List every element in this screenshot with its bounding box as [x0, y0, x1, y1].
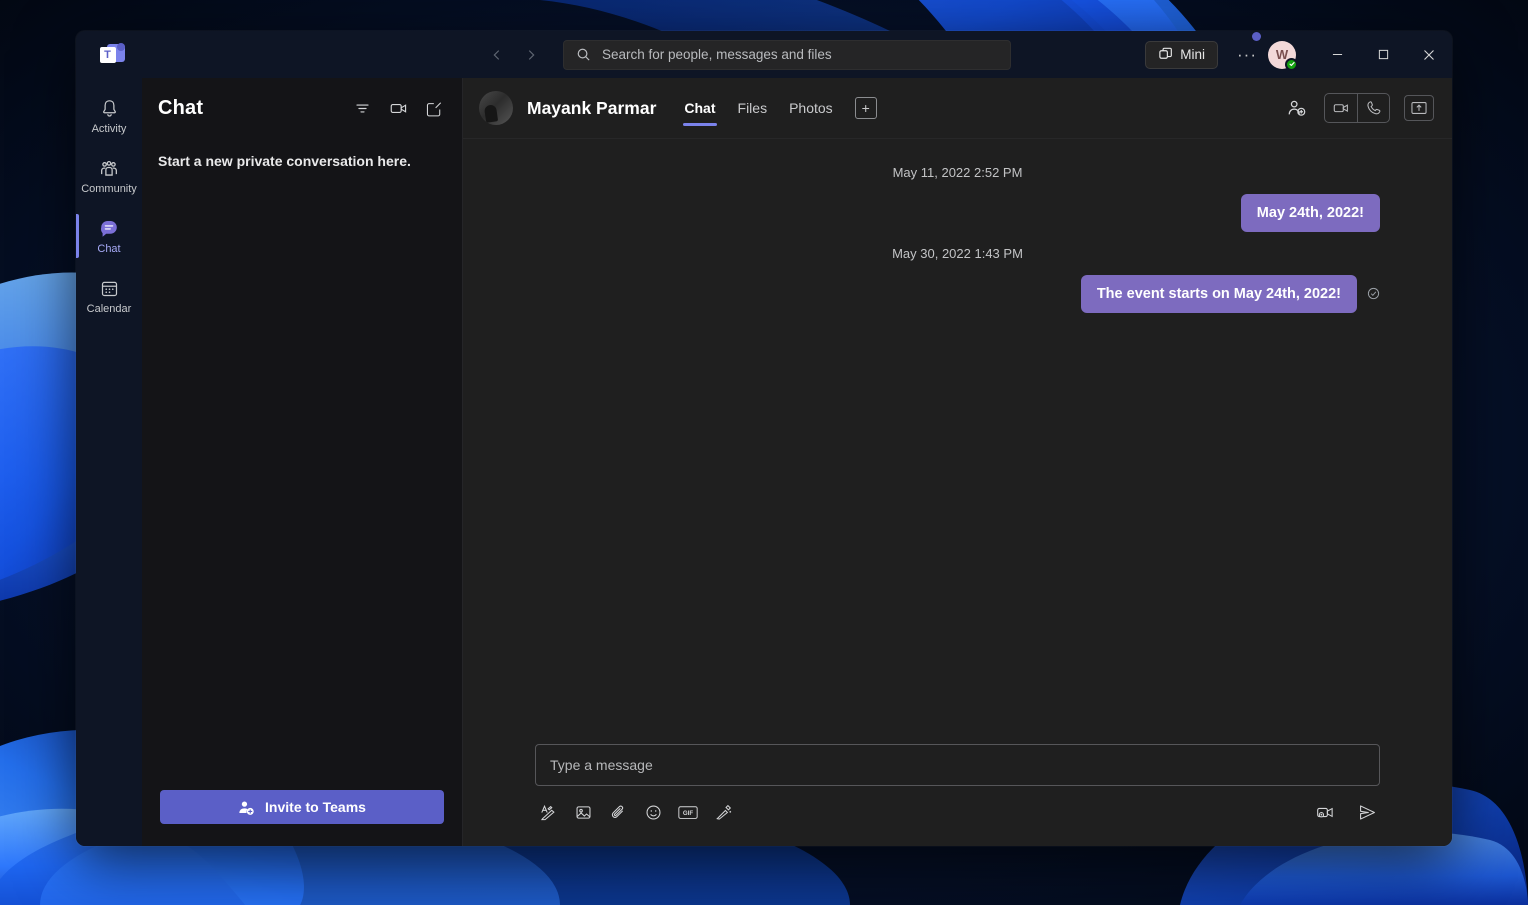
empty-state-text: Start a new private conversation here.: [158, 153, 411, 169]
mini-mode-button[interactable]: Mini: [1145, 40, 1218, 69]
sticker-praise-icon[interactable]: [710, 800, 736, 824]
conversation-header-actions: [1282, 93, 1434, 123]
composer-toolbar: GIF: [535, 800, 1380, 824]
people-community-icon: [98, 158, 120, 180]
sidebar-label-community: Community: [81, 182, 137, 195]
title-bar: T Search for people, messages and files …: [76, 31, 1452, 78]
message-list: May 11, 2022 2:52 PM May 24th, 2022! May…: [463, 139, 1452, 744]
search-icon: [576, 47, 591, 62]
message-timestamp: May 30, 2022 1:43 PM: [892, 246, 1023, 262]
svg-text:GIF: GIF: [683, 810, 693, 817]
video-camera-icon[interactable]: [384, 95, 412, 123]
app-logo: T: [76, 43, 148, 66]
chat-list-footer: Invite to Teams: [142, 790, 462, 846]
video-message-icon[interactable]: [1312, 800, 1338, 824]
close-button[interactable]: [1406, 31, 1452, 78]
mini-label: Mini: [1180, 47, 1205, 62]
add-tab-button[interactable]: +: [854, 97, 877, 119]
tab-chat[interactable]: Chat: [674, 78, 725, 138]
search-placeholder: Search for people, messages and files: [602, 47, 832, 62]
add-person-icon[interactable]: [1282, 94, 1310, 122]
filter-icon[interactable]: [348, 95, 376, 123]
sidebar-item-community[interactable]: Community: [76, 148, 142, 204]
search-container: Search for people, messages and files: [563, 39, 1011, 70]
phone-call-icon[interactable]: [1357, 94, 1389, 122]
invite-to-teams-button[interactable]: Invite to Teams: [160, 790, 444, 824]
message-input[interactable]: Type a message: [535, 744, 1380, 786]
read-receipt-icon: [1367, 287, 1380, 302]
message-group: May 11, 2022 2:52 PM May 24th, 2022!: [535, 165, 1380, 233]
chat-list-header: Chat: [142, 78, 462, 139]
left-navigation-rail: Activity Community Chat Calendar: [76, 78, 142, 846]
search-input[interactable]: Search for people, messages and files: [563, 39, 1011, 70]
message-timestamp: May 11, 2022 2:52 PM: [892, 165, 1023, 180]
user-avatar-button[interactable]: W: [1268, 40, 1298, 71]
attachment-paperclip-icon[interactable]: [605, 800, 631, 824]
invite-button-label: Invite to Teams: [265, 799, 366, 815]
tab-files-label: Files: [737, 100, 768, 116]
contact-name: Mayank Parmar: [527, 97, 657, 118]
bell-icon: [99, 98, 120, 120]
chat-bubble-icon: [97, 218, 121, 240]
contact-avatar: [479, 91, 513, 125]
titlebar-right-controls: Mini ··· W: [1145, 31, 1452, 78]
sidebar-item-chat[interactable]: Chat: [76, 208, 142, 264]
message-row: The event starts on May 24th, 2022!: [535, 275, 1380, 314]
calendar-icon: [99, 278, 120, 300]
composer-send-actions: [1312, 800, 1380, 824]
teams-logo-letter: T: [99, 47, 116, 63]
window-controls: [1314, 31, 1452, 78]
chat-list-body: Start a new private conversation here.: [142, 139, 462, 790]
notification-dot: [1252, 31, 1261, 41]
tab-photos[interactable]: Photos: [779, 78, 843, 138]
microsoft-teams-window: T Search for people, messages and files …: [76, 31, 1452, 846]
video-call-icon[interactable]: [1325, 94, 1357, 122]
chat-list-pane: Chat Start a new private conversation he…: [142, 78, 463, 846]
app-body: Activity Community Chat Calendar Chat St…: [76, 78, 1452, 846]
sidebar-label-chat: Chat: [97, 242, 121, 255]
more-options-button[interactable]: ···: [1232, 31, 1262, 70]
message-input-placeholder: Type a message: [550, 757, 653, 773]
message-group: May 30, 2022 1:43 PM The event starts on…: [535, 246, 1380, 314]
conversation-header: Mayank Parmar Chat Files Photos +: [463, 78, 1452, 139]
tab-chat-label: Chat: [684, 100, 716, 116]
tab-photos-label: Photos: [789, 100, 833, 116]
image-icon[interactable]: [570, 800, 596, 824]
format-text-icon[interactable]: [535, 800, 561, 824]
minimize-button[interactable]: [1314, 31, 1360, 78]
page-title: Chat: [158, 97, 204, 119]
share-screen-icon[interactable]: [1404, 95, 1434, 121]
teams-logo-icon: T: [99, 43, 125, 66]
message-bubble[interactable]: The event starts on May 24th, 2022!: [1080, 275, 1357, 314]
sidebar-label-calendar: Calendar: [86, 302, 132, 315]
message-composer: Type a message GIF: [463, 744, 1452, 846]
gif-icon[interactable]: GIF: [675, 800, 701, 824]
more-dots-icon: ···: [1237, 44, 1257, 64]
sidebar-item-calendar[interactable]: Calendar: [76, 268, 142, 324]
message-row: May 24th, 2022!: [535, 194, 1380, 233]
message-bubble[interactable]: May 24th, 2022!: [1240, 194, 1380, 233]
emoji-icon[interactable]: [640, 800, 666, 824]
conversation-pane: Mayank Parmar Chat Files Photos + May 11…: [463, 78, 1452, 846]
person-add-icon: [238, 799, 255, 816]
chat-list-actions: [348, 95, 448, 123]
tab-files[interactable]: Files: [728, 78, 778, 138]
compose-new-chat-icon[interactable]: [420, 95, 448, 123]
presence-available-badge: [1285, 57, 1298, 71]
conversation-tabs: Chat Files Photos +: [674, 78, 877, 138]
navigation-arrows: [486, 44, 542, 66]
forward-icon[interactable]: [520, 44, 542, 66]
sidebar-item-activity[interactable]: Activity: [76, 88, 142, 144]
send-icon[interactable]: [1354, 800, 1380, 824]
maximize-button[interactable]: [1360, 31, 1406, 78]
mini-window-icon: [1158, 47, 1173, 62]
back-icon[interactable]: [486, 44, 508, 66]
sidebar-label-activity: Activity: [91, 122, 127, 135]
call-buttons-group: [1324, 93, 1390, 123]
